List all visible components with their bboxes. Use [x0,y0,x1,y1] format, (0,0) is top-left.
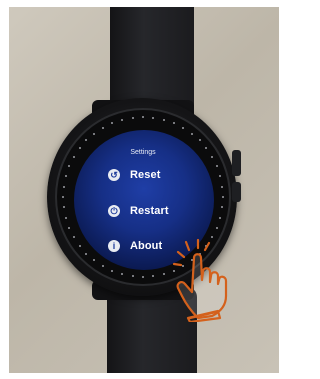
bezel-tick [102,126,104,129]
menu-item-label: About [130,240,163,252]
bezel-tick [142,116,144,118]
menu-item-restart[interactable]: ⏻ Restart [108,203,169,219]
bezel-tick [62,196,64,198]
screen-title: Settings [130,149,156,156]
menu-item-label: Restart [130,205,169,217]
bezel-tick [131,116,134,119]
bezel-tick [222,196,224,198]
menu-item-reset[interactable]: ↺ Reset [108,167,160,183]
bezel-tick [64,216,67,219]
tap-gesture-icon [172,238,228,322]
side-button[interactable] [232,182,241,202]
bezel-tick [182,126,184,129]
bezel-tick [72,236,75,238]
bezel-tick [172,122,175,125]
bezel-tick [62,185,65,188]
bezel-tick [72,156,75,158]
bezel-tick [68,226,71,229]
menu-item-label: Reset [130,169,161,181]
bezel-tick [215,226,218,229]
bezel-tick [162,118,165,121]
restart-icon: ⏻ [108,205,120,217]
bezel-tick [142,276,144,278]
menu-item-about[interactable]: i About [108,238,162,254]
info-icon: i [108,240,120,252]
bezel-tick [190,132,193,135]
bezel-tick [78,244,81,247]
reset-icon: ↺ [108,169,120,181]
